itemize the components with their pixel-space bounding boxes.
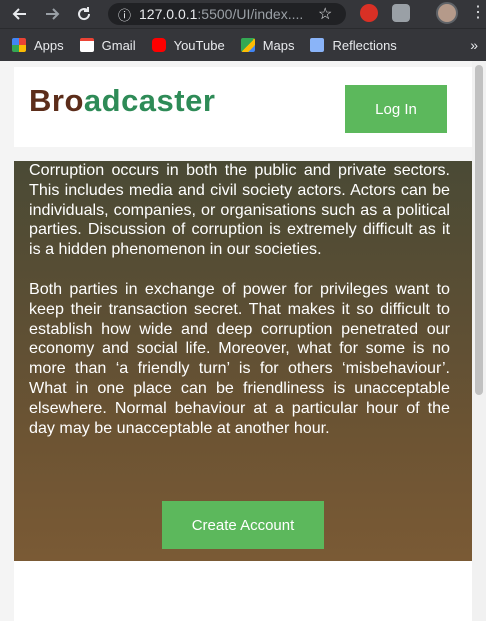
browser-toolbar: ⓘ 127.0.0.1:5500/UI/index.... ☆ ⋮ xyxy=(0,0,486,28)
info-icon[interactable]: ⓘ xyxy=(118,5,131,24)
create-account-button[interactable]: Create Account xyxy=(162,501,324,549)
bookmark-apps[interactable]: Apps xyxy=(12,38,64,53)
bookmarks-bar: Apps Gmail YouTube Maps Reflections » xyxy=(0,28,486,61)
apps-grid-icon xyxy=(12,38,26,52)
bookmark-label: Maps xyxy=(262,37,295,53)
hero-section: Corruption occurs in both the public and… xyxy=(14,161,472,561)
more-bookmarks-icon[interactable]: » xyxy=(470,37,478,53)
gmail-icon xyxy=(79,38,94,52)
login-button[interactable]: Log In xyxy=(345,85,447,133)
page-viewport: Broadcaster Log In Corruption occurs in … xyxy=(0,61,486,621)
bookmark-label: Apps xyxy=(34,37,64,53)
bookmark-star-icon[interactable]: ☆ xyxy=(318,4,332,24)
reflections-icon xyxy=(310,38,325,52)
adblock-extension-icon[interactable] xyxy=(360,4,378,22)
bookmark-maps[interactable]: Maps xyxy=(240,37,295,53)
bookmark-label: Reflections xyxy=(332,37,397,53)
reload-icon[interactable] xyxy=(72,2,96,26)
url-text: 127.0.0.1:5500/UI/index.... xyxy=(139,6,304,22)
bookmark-youtube[interactable]: YouTube xyxy=(151,37,225,53)
bookmark-gmail[interactable]: Gmail xyxy=(79,37,136,53)
scrollbar-thumb[interactable] xyxy=(475,65,483,395)
address-bar[interactable]: ⓘ 127.0.0.1:5500/UI/index.... xyxy=(108,3,346,25)
footer-area xyxy=(14,561,472,621)
intro-paragraph-2: Both parties in exchange of power for pr… xyxy=(29,279,450,437)
youtube-icon xyxy=(151,38,166,52)
bookmark-label: Gmail xyxy=(101,37,136,53)
vertical-scrollbar[interactable] xyxy=(472,61,486,621)
bookmark-reflections[interactable]: Reflections xyxy=(310,37,397,53)
site-header: Broadcaster Log In xyxy=(14,67,472,147)
forward-icon[interactable] xyxy=(40,2,64,26)
bookmark-label: YouTube xyxy=(173,37,225,53)
profile-avatar[interactable] xyxy=(436,2,458,24)
back-icon[interactable] xyxy=(8,2,32,26)
brand-logo[interactable]: Broadcaster xyxy=(29,83,215,119)
menu-icon[interactable]: ⋮ xyxy=(470,4,486,22)
intro-paragraph-1: Corruption occurs in both the public and… xyxy=(29,161,450,259)
shield-extension-icon[interactable] xyxy=(392,4,410,22)
maps-icon xyxy=(240,38,255,52)
